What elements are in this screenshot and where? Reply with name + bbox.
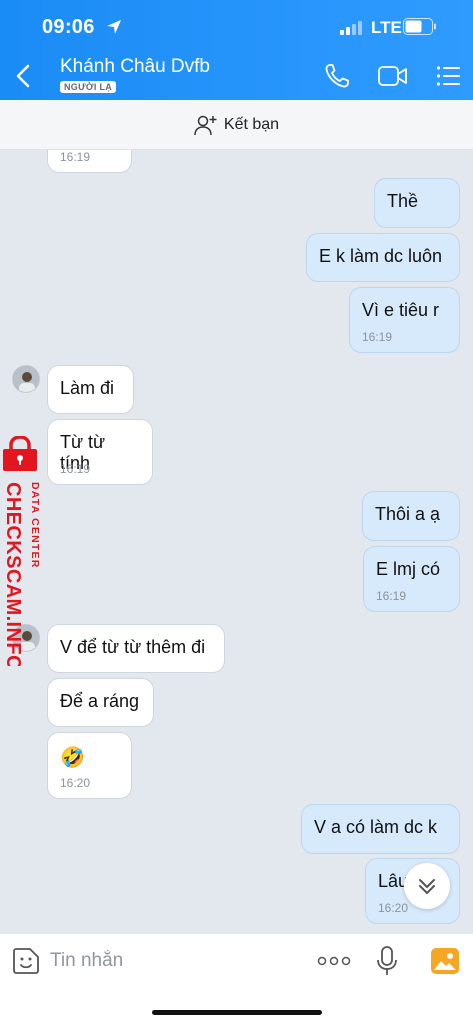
message-text: Thôi a ạ: [375, 504, 441, 524]
menu-list-icon[interactable]: [436, 65, 460, 87]
message-bubble[interactable]: V a có làm dc k: [301, 804, 460, 854]
message-time: 16:19: [362, 330, 393, 344]
message-time: 16:19: [60, 150, 91, 164]
message-bubble[interactable]: Từ từ tính 16:19: [47, 419, 153, 485]
phone-call-icon[interactable]: [324, 63, 350, 89]
message-bubble[interactable]: 🤣 16:20: [47, 732, 132, 799]
message-bubble[interactable]: 16:19: [47, 150, 132, 173]
message-list[interactable]: 16:19 Thề E k làm dc luôn Vì e tiêu r 16…: [0, 150, 473, 933]
message-time: 16:19: [376, 589, 407, 603]
message-bubble[interactable]: Để a ráng: [47, 678, 154, 727]
padlock-icon: [3, 436, 37, 471]
status-bar: 09:06 LTE: [0, 0, 473, 50]
message-text: E lmj có: [376, 559, 441, 579]
message-text: Để a ráng: [60, 691, 140, 711]
checkscam-watermark: DATA CENTER CHECKSCAM.INFO: [2, 436, 41, 666]
message-text: Vì e tiêu r: [362, 300, 440, 320]
message-bubble[interactable]: E lmj có 16:19: [363, 546, 460, 612]
add-friend-label: Kết bạn: [223, 115, 280, 133]
more-options-icon[interactable]: [317, 956, 351, 966]
message-bubble[interactable]: Làm đi: [47, 365, 134, 414]
watermark-line-2: CHECKSCAM.INFO: [2, 482, 24, 666]
add-friend-bar[interactable]: Kết bạn: [0, 100, 473, 150]
message-text: Thề: [387, 191, 419, 211]
scroll-to-bottom-button[interactable]: [404, 863, 450, 909]
message-bubble[interactable]: V để từ từ thêm đi: [47, 624, 225, 673]
avatar-image: [13, 366, 39, 392]
sticker-icon[interactable]: [12, 947, 40, 975]
message-time: 16:20: [60, 776, 91, 790]
signal-icon: [340, 21, 362, 35]
home-indicator[interactable]: [152, 1010, 322, 1015]
contact-avatar[interactable]: [12, 365, 40, 393]
video-call-icon[interactable]: [378, 64, 408, 88]
image-gallery-icon[interactable]: [431, 948, 459, 974]
microphone-icon[interactable]: [376, 946, 398, 976]
message-bubble[interactable]: Thề: [374, 178, 460, 228]
location-arrow-icon: [107, 20, 121, 34]
stranger-badge: NGƯỜI LẠ: [60, 81, 117, 93]
message-bubble[interactable]: E k làm dc luôn: [306, 233, 460, 282]
message-text: V để từ từ thêm đi: [60, 637, 206, 657]
status-time: 09:06: [42, 16, 95, 38]
chat-header: 09:06 LTE Khánh Châu Dvfb NGƯỜI LẠ: [0, 0, 473, 100]
emoji-rofl-icon: 🤣: [60, 747, 85, 769]
contact-name[interactable]: Khánh Châu Dvfb: [60, 56, 210, 78]
message-bubble[interactable]: Vì e tiêu r 16:19: [349, 287, 460, 353]
message-text: V a có làm dc k: [314, 817, 438, 837]
add-friend-icon: [194, 115, 217, 135]
battery-icon: [403, 18, 436, 35]
network-type: LTE: [371, 18, 402, 37]
message-text: E k làm dc luôn: [319, 246, 443, 266]
message-text: Làm đi: [60, 378, 115, 398]
message-bubble[interactable]: Thôi a ạ: [362, 491, 460, 541]
watermark-line-1: DATA CENTER: [29, 482, 41, 569]
message-time: 16:19: [60, 462, 91, 476]
double-chevron-down-icon: [419, 879, 435, 894]
message-input[interactable]: [50, 946, 300, 976]
back-chevron-icon[interactable]: [12, 62, 36, 90]
